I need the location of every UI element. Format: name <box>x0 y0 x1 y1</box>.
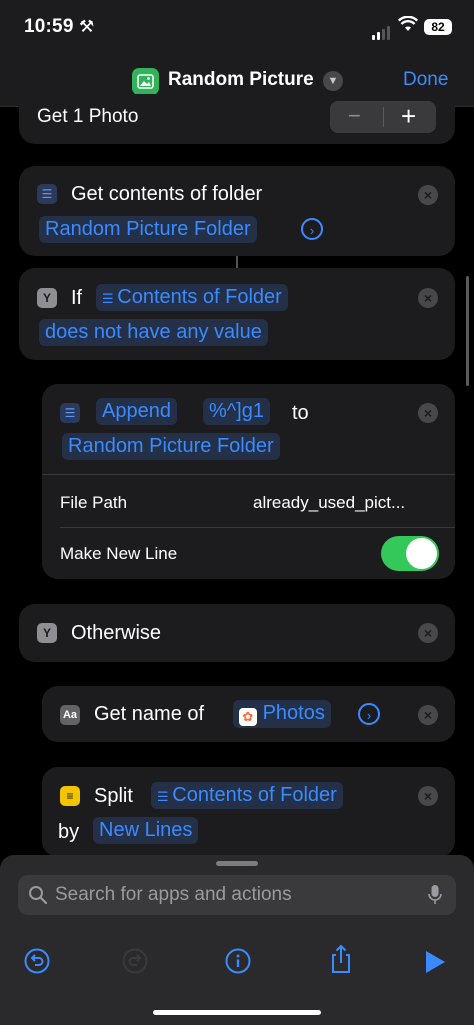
minus-button[interactable]: − <box>348 103 361 129</box>
folder-token[interactable]: Random Picture Folder <box>39 216 257 243</box>
get-photo-label: Get 1 Photo <box>37 106 139 127</box>
photos-token-label: Photos <box>262 702 325 724</box>
if-card[interactable] <box>19 268 455 360</box>
target-folder-token[interactable]: Random Picture Folder <box>62 433 280 460</box>
home-indicator <box>153 1010 321 1015</box>
search-icon <box>28 885 48 910</box>
list-icon: ☰ <box>37 184 57 204</box>
chevron-down-icon[interactable]: ▼ <box>323 71 343 91</box>
divider <box>42 474 455 475</box>
play-icon[interactable] <box>424 950 446 979</box>
share-icon[interactable] <box>328 944 354 979</box>
wifi-icon <box>397 15 419 37</box>
if-token-label: Contents of Folder <box>117 286 282 308</box>
info-icon[interactable] <box>225 948 251 979</box>
file-path-label: File Path <box>60 493 128 512</box>
search-input[interactable]: Search for apps and actions <box>55 884 292 906</box>
text-token[interactable]: %^]g1 <box>203 398 270 425</box>
by-label: by <box>58 821 80 843</box>
battery-icon: 82 <box>424 19 452 35</box>
photos-token[interactable]: ✿ Photos <box>233 700 331 728</box>
status-time: 10:59 <box>24 16 74 37</box>
redo-icon[interactable] <box>122 948 148 979</box>
split-token-label: Contents of Folder <box>172 784 337 806</box>
undo-icon[interactable] <box>24 948 50 979</box>
branch-icon: Y <box>37 288 57 308</box>
chevron-right-icon[interactable]: › <box>301 218 323 240</box>
make-new-line-toggle[interactable] <box>381 536 439 571</box>
divider <box>60 527 455 528</box>
close-icon[interactable]: × <box>418 403 438 423</box>
scroll-indicator[interactable] <box>466 276 469 386</box>
microphone-icon[interactable] <box>428 884 442 911</box>
list-icon: ☰ <box>102 291 118 306</box>
to-label: to <box>292 402 309 424</box>
list-icon: ☰ <box>157 789 173 804</box>
split-label: Split <box>94 785 133 807</box>
if-keyword: If <box>71 287 83 309</box>
text-icon: ≡ <box>60 786 80 806</box>
append-list-icon: ☰ <box>60 403 80 423</box>
plus-button[interactable]: + <box>401 101 416 132</box>
quantity-stepper[interactable]: − + <box>330 101 436 133</box>
close-icon[interactable]: × <box>418 786 438 806</box>
append-token[interactable]: Append <box>96 398 177 425</box>
photos-app-icon: ✿ <box>239 708 257 726</box>
if-condition-token[interactable]: does not have any value <box>39 319 268 346</box>
file-path-value[interactable]: already_used_pict... <box>253 493 405 513</box>
close-icon[interactable]: × <box>418 705 438 725</box>
tools-icon: ⚒ <box>79 17 95 36</box>
separator-token[interactable]: New Lines <box>93 817 199 844</box>
close-icon[interactable]: × <box>418 623 438 643</box>
new-line-label: Make New Line <box>60 544 178 563</box>
close-icon[interactable]: × <box>418 185 438 205</box>
sheet-grabber[interactable] <box>216 861 258 866</box>
text-format-icon: Aa <box>60 705 80 725</box>
toggle-knob <box>406 538 437 569</box>
connector-line <box>236 256 238 268</box>
branch-icon: Y <box>37 623 57 643</box>
cellular-signal-icon <box>372 22 392 40</box>
chevron-right-icon[interactable]: › <box>358 703 380 725</box>
done-button[interactable]: Done <box>403 69 448 91</box>
page-title[interactable]: Random Picture <box>168 69 314 91</box>
get-folder-label: Get contents of folder <box>71 183 263 205</box>
close-icon[interactable]: × <box>418 288 438 308</box>
shortcut-app-icon <box>132 68 159 95</box>
if-variable-token[interactable]: ☰ Contents of Folder <box>96 284 288 311</box>
split-variable-token[interactable]: ☰ Contents of Folder <box>151 782 343 809</box>
otherwise-label: Otherwise <box>71 622 162 644</box>
get-name-label: Get name of <box>94 703 205 725</box>
